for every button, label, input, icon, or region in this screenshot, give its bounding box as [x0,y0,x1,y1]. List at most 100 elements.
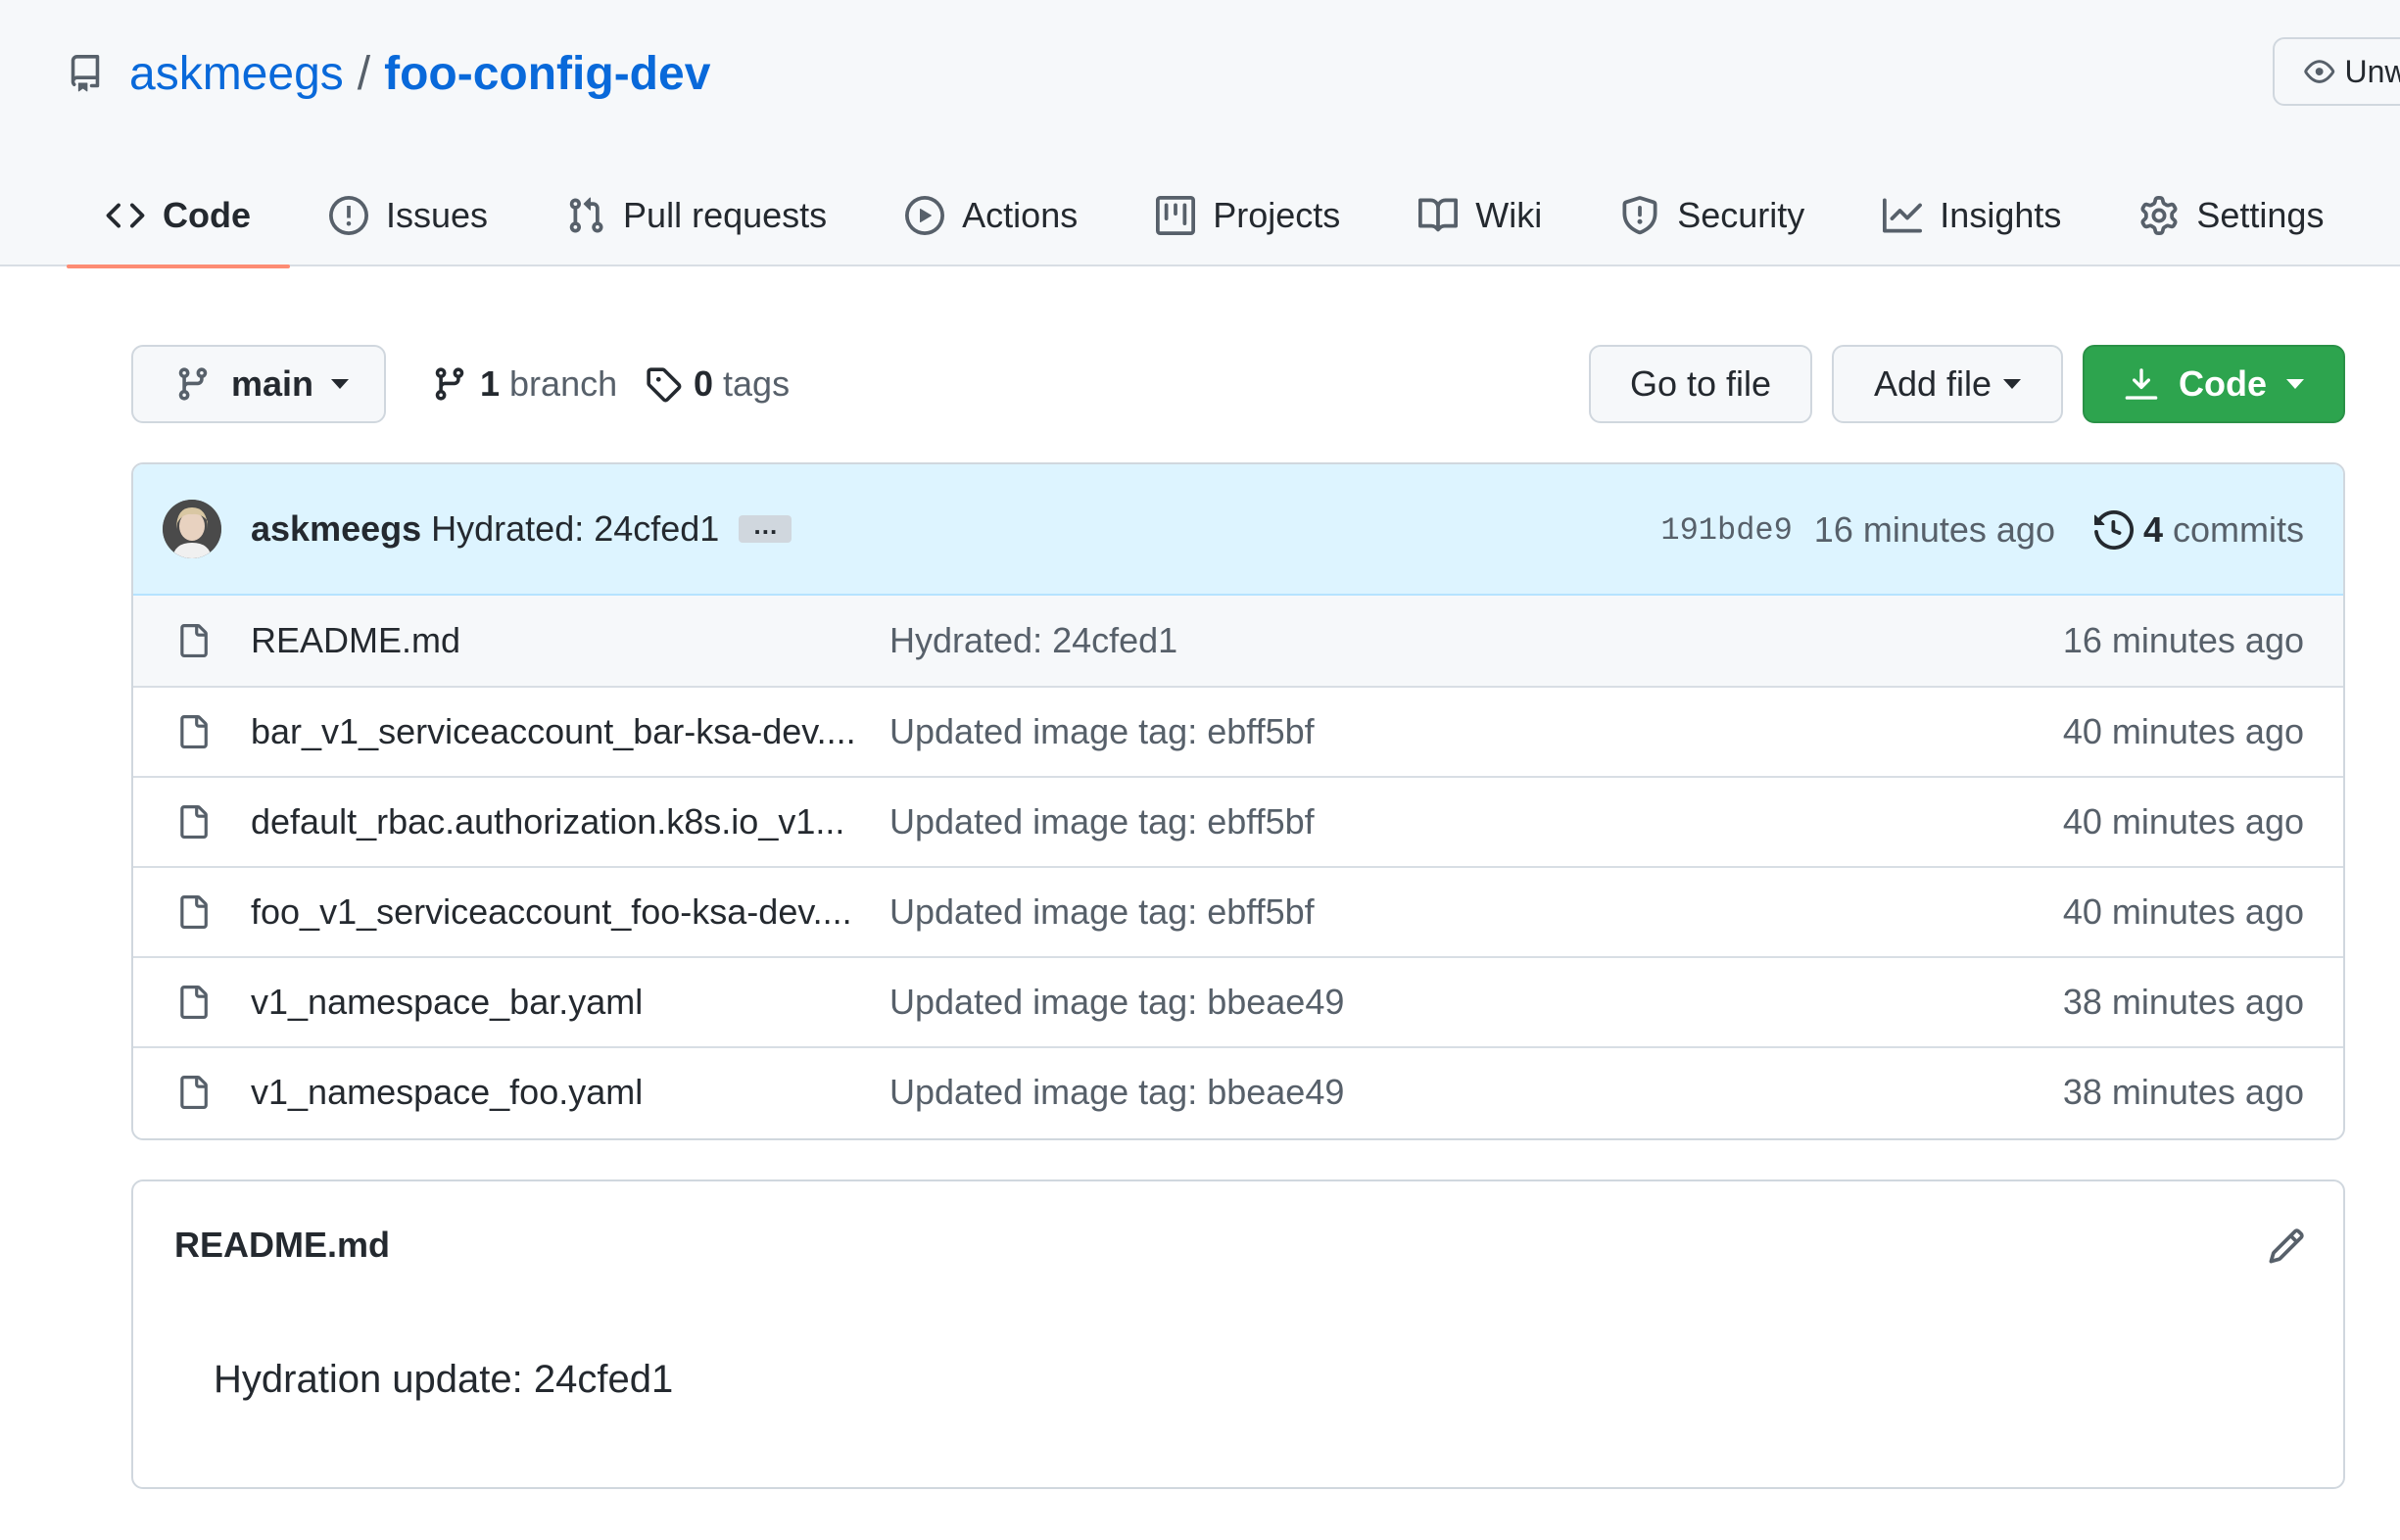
file-icon [180,1076,208,1109]
add-file-button[interactable]: Add file [1832,345,2063,423]
file-commit-message-link[interactable]: Updated image tag: ebff5bf [889,801,1315,842]
file-row[interactable]: README.md Hydrated: 24cfed1 16 minutes ago [133,596,2343,686]
commits-history-link[interactable]: 4 commits [2093,509,2304,551]
branch-name: main [231,363,314,404]
watch-button[interactable]: Unwatch [2273,37,2400,106]
repo-owner-link[interactable]: askmeegs [129,47,344,101]
tab-pull-requests[interactable]: Pull requests [527,165,866,266]
file-commit-time: 16 minutes ago [2062,620,2304,660]
file-icon [180,715,208,748]
chevron-down-icon [2286,379,2304,389]
file-commit-message-link[interactable]: Updated image tag: bbeae49 [889,1072,1344,1113]
issue-icon [329,196,368,235]
git-branch-icon [435,367,464,401]
code-icon [106,203,145,228]
pencil-icon[interactable] [2267,1227,2306,1266]
tab-security-label: Security [1677,195,1805,235]
repo-nav-tabs: Code Issues Pull requests Actions Projec… [67,165,2363,268]
commit-sha-link[interactable]: 191bde9 [1660,512,1792,549]
commit-message-link[interactable]: Hydrated: 24cfed1 [431,508,719,550]
commit-expand-button[interactable]: … [739,512,792,543]
branch-select-button[interactable]: main [131,345,386,423]
tab-wiki-label: Wiki [1475,195,1543,235]
tab-code-label: Code [163,195,251,235]
git-branch-icon [178,367,208,401]
tab-pull-requests-label: Pull requests [623,195,828,235]
tab-projects[interactable]: Projects [1117,165,1379,266]
watch-label: Unwatch [2344,53,2400,89]
file-commit-time: 38 minutes ago [2062,1072,2304,1112]
file-row[interactable]: bar_v1_serviceaccount_bar-ksa-dev.... Upd… [133,686,2343,776]
file-name-link[interactable]: bar_v1_serviceaccount_bar-ksa-dev.... [251,711,858,752]
tab-insights[interactable]: Insights [1844,165,2100,266]
branches-link[interactable]: 1 branch [431,345,617,423]
file-name-link[interactable]: v1_namespace_bar.yaml [251,982,858,1023]
tab-security[interactable]: Security [1581,165,1844,266]
commit-author-link[interactable]: askmeegs [251,508,421,550]
file-list: askmeegs Hydrated: 24cfed1 … 191bde9 16 … [131,462,2345,1140]
history-icon [2093,510,2134,550]
tab-issues[interactable]: Issues [290,165,527,266]
project-icon [1156,196,1196,235]
avatar-image [163,500,221,558]
file-commit-time: 40 minutes ago [2062,801,2304,842]
tab-code[interactable]: Code [67,165,290,268]
repo-name-link[interactable]: foo-config-dev [384,47,710,101]
file-name-link[interactable]: foo_v1_serviceaccount_foo-ksa-dev.... [251,891,858,933]
branch-count-label: branch [509,363,618,404]
tab-actions-label: Actions [962,195,1079,235]
code-download-button[interactable]: Code [2083,345,2345,423]
readme-content: Hydration update: 24cfed1 [214,1358,674,1401]
file-row[interactable]: v1_namespace_foo.yaml Updated image tag: … [133,1046,2343,1136]
tab-settings-label: Settings [2196,195,2325,235]
go-to-file-button[interactable]: Go to file [1589,345,1812,423]
file-name-link[interactable]: default_rbac.authorization.k8s.io_v1... [251,801,858,842]
repo-header: askmeegs / foo-config-dev Unwatch Code I… [0,0,2400,268]
tag-icon [647,367,682,403]
tag-count: 0 [694,363,714,404]
gear-icon [2140,196,2178,235]
code-button-label: Code [2179,363,2267,404]
tab-issues-label: Issues [386,195,489,235]
commit-count: 4 [2142,509,2163,550]
file-commit-message-link[interactable]: Updated image tag: bbeae49 [889,982,1344,1023]
repo-separator: / [357,47,371,100]
chevron-down-icon [331,379,350,389]
file-icon [180,895,208,929]
file-commit-time: 38 minutes ago [2062,982,2304,1022]
readme-title[interactable]: README.md [174,1225,390,1266]
file-row[interactable]: foo_v1_serviceaccount_foo-ksa-dev.... Upd… [133,866,2343,956]
repo-icon [71,55,100,92]
play-icon [905,196,945,235]
commit-time: 16 minutes ago [1813,509,2055,550]
file-icon [180,624,208,657]
file-rows: README.md Hydrated: 24cfed1 16 minutes ago… [133,596,2343,1136]
file-commit-message-link[interactable]: Updated image tag: ebff5bf [889,711,1315,752]
readme-panel: README.md Hydration update: 24cfed1 [131,1179,2345,1489]
file-icon [180,986,208,1019]
graph-icon [1883,198,1923,233]
avatar[interactable] [163,500,221,558]
file-commit-message-link[interactable]: Hydrated: 24cfed1 [889,620,1177,661]
file-name-link[interactable]: README.md [251,620,858,661]
download-icon [2125,368,2158,400]
add-file-label: Add file [1873,363,1992,404]
file-row[interactable]: v1_namespace_bar.yaml Updated image tag: … [133,956,2343,1046]
file-row[interactable]: default_rbac.authorization.k8s.io_v1... U… [133,776,2343,866]
file-commit-message-link[interactable]: Updated image tag: ebff5bf [889,891,1315,933]
file-name-link[interactable]: v1_namespace_foo.yaml [251,1072,858,1113]
go-to-file-label: Go to file [1629,363,1772,404]
tab-wiki[interactable]: Wiki [1379,165,1581,266]
file-commit-time: 40 minutes ago [2062,711,2304,751]
tab-actions[interactable]: Actions [866,165,1117,266]
repo-title: askmeegs / foo-config-dev [67,39,710,108]
shield-icon [1622,196,1657,235]
tab-projects-label: Projects [1213,195,1341,235]
tags-link[interactable]: 0 tags [645,345,790,423]
tab-insights-label: Insights [1940,195,2062,235]
branch-count: 1 [480,363,501,404]
commit-meta: 191bde9 16 minutes ago 4 commits [1660,464,2304,596]
tab-settings[interactable]: Settings [2100,165,2363,266]
tag-count-label: tags [723,363,791,404]
eye-icon [2304,60,2335,83]
